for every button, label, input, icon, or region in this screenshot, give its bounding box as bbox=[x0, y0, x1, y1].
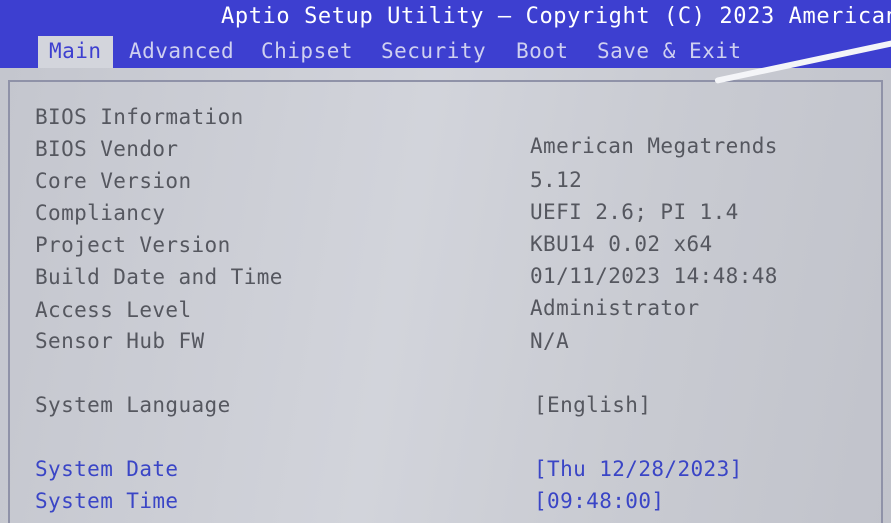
tab-boot[interactable]: Boot bbox=[516, 36, 569, 68]
compliancy-label: Compliancy bbox=[35, 201, 166, 225]
project-version-value: KBU14 0.02 x64 bbox=[530, 232, 713, 256]
build-date-time-value: 01/11/2023 14:48:48 bbox=[530, 264, 778, 288]
bios-vendor-value: American Megatrends bbox=[530, 134, 778, 158]
tab-chipset[interactable]: Chipset bbox=[261, 36, 353, 68]
system-language-select[interactable]: [English] bbox=[534, 391, 651, 419]
tab-save-exit[interactable]: Save & Exit bbox=[597, 36, 742, 68]
core-version-value: 5.12 bbox=[530, 168, 583, 192]
core-version-label: Core Version bbox=[35, 169, 192, 193]
project-version-label: Project Version bbox=[35, 233, 231, 257]
tab-main[interactable]: Main bbox=[38, 36, 113, 68]
header-bar: Aptio Setup Utility – Copyright (C) 2023… bbox=[0, 0, 891, 68]
bios-vendor-label: BIOS Vendor bbox=[35, 137, 179, 161]
system-date-field[interactable]: [Thu 12/28/2023] bbox=[534, 455, 743, 483]
compliancy-value: UEFI 2.6; PI 1.4 bbox=[530, 200, 739, 224]
build-date-time-label: Build Date and Time bbox=[35, 265, 283, 289]
tab-advanced[interactable]: Advanced bbox=[129, 36, 234, 68]
system-time-label[interactable]: System Time bbox=[35, 487, 178, 515]
tab-security[interactable]: Security bbox=[381, 36, 486, 68]
section-heading-bios-information: BIOS Information bbox=[35, 105, 244, 129]
system-time-field[interactable]: [09:48:00] bbox=[534, 487, 664, 515]
system-date-label[interactable]: System Date bbox=[35, 455, 178, 483]
tab-bar: Main Advanced Chipset Security Boot Save… bbox=[0, 36, 891, 68]
sensor-hub-fw-value: N/A bbox=[530, 329, 570, 353]
sensor-hub-fw-label: Sensor Hub FW bbox=[35, 329, 205, 353]
app-title: Aptio Setup Utility – Copyright (C) 2023… bbox=[221, 4, 891, 29]
access-level-value: Administrator bbox=[530, 296, 700, 320]
system-language-label[interactable]: System Language bbox=[35, 391, 231, 419]
access-level-label: Access Level bbox=[35, 298, 192, 322]
